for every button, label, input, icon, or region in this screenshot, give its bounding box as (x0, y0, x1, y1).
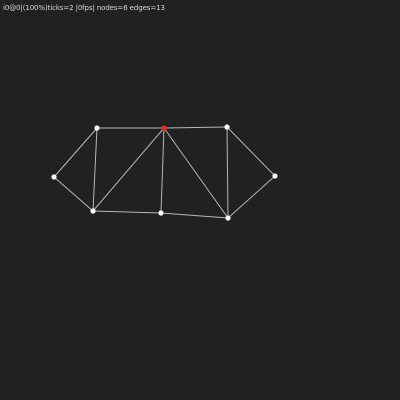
graph-stage: i0@0|(100%)ticks=2 |0fps| nodes=6 edges=… (0, 0, 400, 400)
node-bottom-middle[interactable] (158, 210, 164, 216)
node-top-right[interactable] (224, 124, 230, 130)
nodes-layer (51, 124, 278, 221)
node-top-left[interactable] (94, 125, 100, 131)
edge-n-top-left-n-bottom-left (92, 127, 98, 212)
edge-n-bottom-middle-n-bottom-right (160, 212, 229, 219)
node-right[interactable] (272, 173, 278, 179)
edge-n-top-middle-n-top-right (163, 126, 228, 129)
node-bottom-left[interactable] (90, 208, 96, 214)
edge-n-top-middle-n-bottom-right (163, 127, 229, 219)
node-bottom-right[interactable] (225, 215, 231, 221)
edge-n-right-n-bottom-right (227, 175, 276, 219)
edge-n-bottom-left-n-bottom-middle (92, 210, 162, 214)
edge-n-top-right-n-bottom-right (226, 126, 229, 219)
node-top-middle-selected[interactable] (161, 125, 167, 131)
edge-n-bottom-left-n-top-middle (92, 127, 165, 212)
node-left[interactable] (51, 174, 57, 180)
edge-n-left-n-bottom-left (53, 176, 94, 212)
edge-n-top-middle-n-bottom-middle (160, 127, 165, 214)
edges-layer (53, 126, 276, 219)
edge-n-top-right-n-right (226, 126, 276, 177)
edge-n-left-n-top-left (53, 127, 98, 178)
graph-canvas[interactable] (0, 0, 400, 400)
